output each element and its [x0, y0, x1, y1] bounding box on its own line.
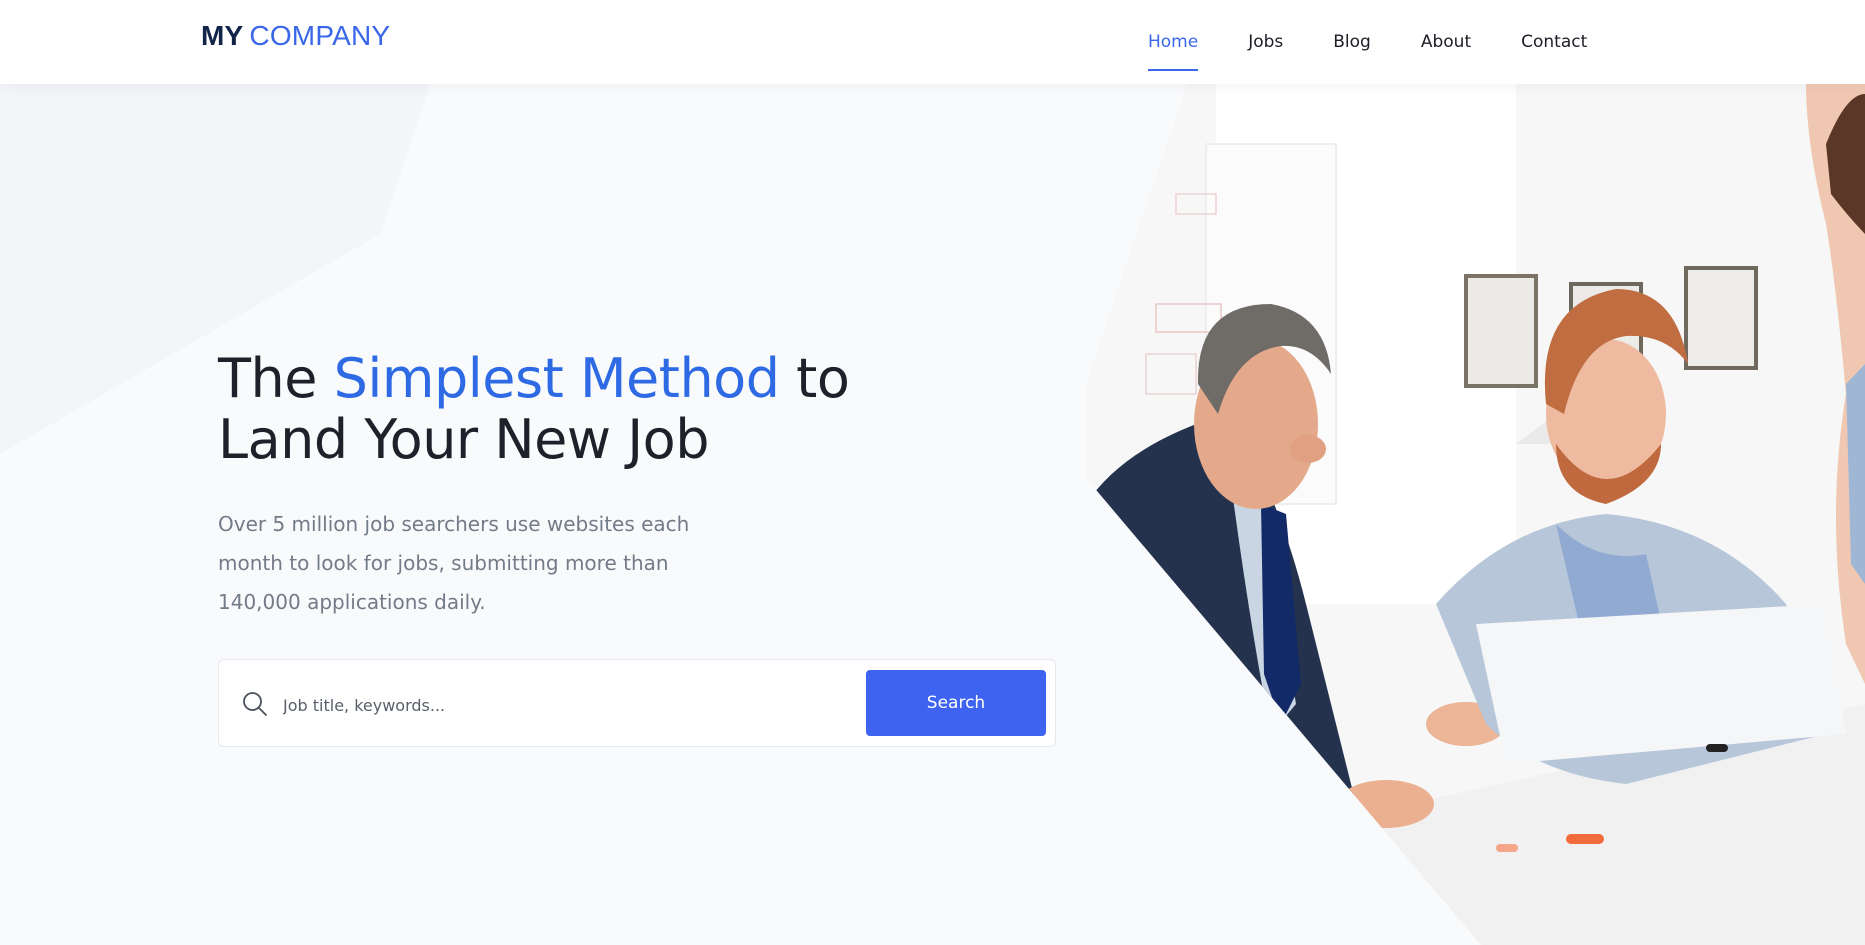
logo-light-text: COMPANY — [249, 20, 391, 51]
nav-item-about[interactable]: About — [1421, 9, 1471, 75]
search-icon — [243, 692, 267, 716]
logo[interactable]: MY COMPANY — [201, 18, 390, 54]
headline-line2: Land Your New Job — [218, 408, 709, 471]
logo-bold-text: MY — [201, 20, 244, 51]
nav-item-jobs[interactable]: Jobs — [1248, 9, 1283, 75]
headline-part2: to — [779, 347, 850, 410]
headline-accent: Simplest Method — [333, 347, 780, 410]
nav-item-contact[interactable]: Contact — [1521, 9, 1587, 75]
job-search-input[interactable] — [281, 682, 845, 728]
headline-part1: The — [218, 347, 334, 410]
photo-illustration — [1086, 84, 1865, 945]
search-button[interactable]: Search — [866, 670, 1046, 736]
main-nav: Home Jobs Blog About Contact — [1148, 0, 1587, 84]
job-search-form: Search — [218, 659, 1056, 747]
nav-item-blog[interactable]: Blog — [1333, 9, 1371, 75]
site-header: MY COMPANY Home Jobs Blog About Contact — [0, 0, 1865, 84]
office-meeting-photo — [1086, 84, 1865, 945]
hero-headline: The Simplest Method to Land Your New Job — [218, 347, 850, 471]
hero-subtitle: Over 5 million job searchers use website… — [218, 512, 690, 614]
nav-item-home[interactable]: Home — [1148, 9, 1199, 75]
